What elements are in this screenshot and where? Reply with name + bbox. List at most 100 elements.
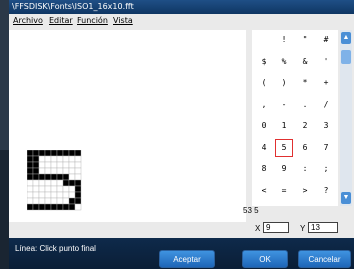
glyph-pixel[interactable]: [68, 150, 76, 157]
glyph-pixel[interactable]: [50, 173, 58, 181]
glyph-pixel[interactable]: [74, 197, 82, 205]
glyph-pixel[interactable]: [74, 185, 82, 193]
glyph-pixel[interactable]: [50, 155, 58, 163]
glyph-pixel[interactable]: [32, 155, 40, 163]
glyph-pixel[interactable]: [44, 197, 52, 205]
char-cell[interactable]: $: [256, 54, 272, 70]
glyph-pixel[interactable]: [68, 173, 76, 181]
glyph-pixel[interactable]: [27, 203, 34, 211]
glyph-pixel[interactable]: [68, 161, 76, 169]
char-cell[interactable]: ": [297, 32, 313, 48]
char-cell[interactable]: (: [256, 75, 272, 91]
char-cell[interactable]: 8: [256, 161, 272, 177]
glyph-pixel[interactable]: [74, 150, 82, 157]
char-cell[interactable]: 5: [275, 138, 293, 157]
glyph-pixel[interactable]: [56, 167, 64, 175]
glyph-pixel[interactable]: [27, 179, 34, 187]
char-cell[interactable]: 9: [276, 161, 292, 177]
menu-vista[interactable]: Vista: [113, 16, 133, 25]
charmap-scrollbar[interactable]: ▲ ▼: [340, 30, 352, 206]
char-cell[interactable]: -: [276, 97, 292, 113]
glyph-pixel[interactable]: [62, 167, 70, 175]
glyph-pixel[interactable]: [32, 179, 40, 187]
glyph-pixel[interactable]: [62, 179, 70, 187]
glyph-pixel[interactable]: [62, 191, 70, 199]
glyph-pixel[interactable]: [44, 203, 52, 211]
char-cell[interactable]: 2: [297, 118, 313, 134]
char-cell[interactable]: ): [276, 75, 292, 91]
glyph-pixel[interactable]: [74, 179, 82, 187]
glyph-pixel[interactable]: [44, 185, 52, 193]
glyph-pixel[interactable]: [62, 197, 70, 205]
cancel-button[interactable]: Cancelar: [298, 250, 351, 268]
glyph-pixel[interactable]: [38, 179, 46, 187]
glyph-pixel[interactable]: [27, 173, 34, 181]
glyph-pixel[interactable]: [56, 161, 64, 169]
glyph-pixel[interactable]: [38, 167, 46, 175]
glyph-pixel[interactable]: [56, 191, 64, 199]
glyph-pixel[interactable]: [62, 150, 70, 157]
glyph-pixel[interactable]: [38, 185, 46, 193]
glyph-pixel[interactable]: [50, 185, 58, 193]
glyph-pixel[interactable]: [74, 155, 82, 163]
glyph-pixel[interactable]: [50, 191, 58, 199]
x-field[interactable]: 9: [263, 222, 289, 233]
glyph-pixel[interactable]: [50, 167, 58, 175]
glyph-pixel[interactable]: [50, 197, 58, 205]
char-cell[interactable]: ?: [318, 183, 334, 199]
menu-archivo[interactable]: Archivo: [13, 16, 43, 25]
scroll-thumb[interactable]: [341, 50, 351, 64]
menu-funcion[interactable]: Función: [77, 16, 108, 25]
char-cell[interactable]: 4: [256, 140, 272, 156]
menu-editar[interactable]: Editar: [49, 16, 73, 25]
glyph-pixel[interactable]: [27, 150, 34, 157]
glyph-pixel[interactable]: [68, 203, 76, 211]
char-cell[interactable]: ': [318, 54, 334, 70]
char-cell[interactable]: .: [297, 97, 313, 113]
char-cell[interactable]: :: [297, 161, 313, 177]
glyph-pixel[interactable]: [74, 173, 82, 181]
character-map[interactable]: ! " # $% & ' () * +, -. / 0 1 2 3 4 5 6 7 8 9:; < = >?: [252, 30, 338, 206]
glyph-pixel[interactable]: [56, 150, 64, 157]
glyph-pixel[interactable]: [32, 185, 40, 193]
glyph-pixel[interactable]: [68, 155, 76, 163]
char-cell[interactable]: #: [318, 32, 334, 48]
glyph-pixel[interactable]: [38, 150, 46, 157]
y-field[interactable]: 13: [308, 222, 338, 233]
char-cell[interactable]: 0: [256, 118, 272, 134]
glyph-pixel[interactable]: [32, 197, 40, 205]
glyph-pixel[interactable]: [38, 155, 46, 163]
glyph-pixel[interactable]: [62, 203, 70, 211]
glyph-pixel[interactable]: [32, 203, 40, 211]
glyph-pixel[interactable]: [27, 161, 34, 169]
glyph-pixel[interactable]: [62, 155, 70, 163]
char-cell[interactable]: *: [297, 75, 313, 91]
scroll-up-button[interactable]: ▲: [341, 32, 351, 44]
glyph-pixel[interactable]: [74, 161, 82, 169]
glyph-pixel[interactable]: [38, 197, 46, 205]
glyph-pixel[interactable]: [44, 150, 52, 157]
glyph-pixel[interactable]: [50, 150, 58, 157]
glyph-pixel[interactable]: [38, 161, 46, 169]
glyph-pixel[interactable]: [56, 197, 64, 205]
glyph-pixel[interactable]: [68, 197, 76, 205]
char-cell[interactable]: %: [276, 54, 292, 70]
glyph-pixel[interactable]: [44, 179, 52, 187]
glyph-pixel[interactable]: [27, 167, 34, 175]
glyph-pixel[interactable]: [38, 191, 46, 199]
char-cell[interactable]: [256, 32, 272, 48]
char-cell[interactable]: =: [276, 183, 292, 199]
glyph-pixel[interactable]: [44, 167, 52, 175]
glyph-pixel[interactable]: [32, 150, 40, 157]
glyph-pixel[interactable]: [50, 203, 58, 211]
glyph-pixel[interactable]: [68, 185, 76, 193]
char-cell[interactable]: <: [256, 183, 272, 199]
char-cell[interactable]: ;: [318, 161, 334, 177]
char-cell[interactable]: /: [318, 97, 334, 113]
scroll-down-button[interactable]: ▼: [341, 192, 351, 204]
glyph-pixel[interactable]: [32, 191, 40, 199]
glyph-pixel[interactable]: [62, 173, 70, 181]
glyph-pixel[interactable]: [44, 161, 52, 169]
glyph-pixel[interactable]: [62, 161, 70, 169]
char-cell[interactable]: ,: [256, 97, 272, 113]
